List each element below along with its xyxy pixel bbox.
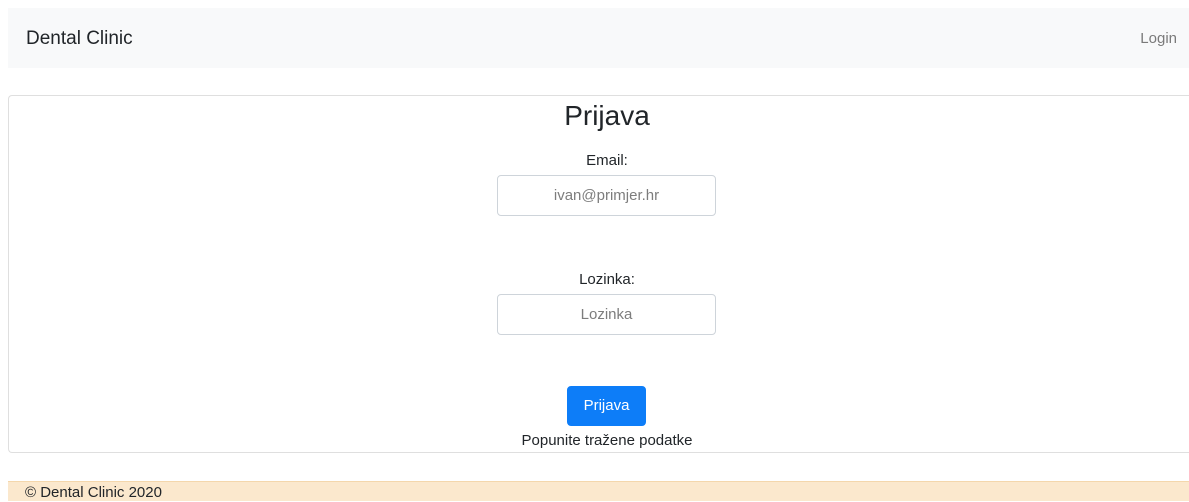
- password-input[interactable]: [497, 294, 716, 335]
- login-submit-button[interactable]: Prijava: [567, 386, 646, 426]
- brand-title[interactable]: Dental Clinic: [26, 27, 133, 51]
- email-label: Email:: [586, 152, 628, 169]
- password-label: Lozinka:: [579, 271, 635, 288]
- form-hint: Popunite tražene podatke: [521, 432, 693, 449]
- email-input[interactable]: [497, 175, 716, 216]
- login-nav-link[interactable]: Login: [1140, 29, 1177, 49]
- footer-copyright: © Dental Clinic 2020: [25, 484, 162, 501]
- login-card: Prijava Email: Lozinka: Prijava Popunite…: [8, 95, 1189, 453]
- login-title: Prijava: [564, 100, 650, 131]
- page-footer: © Dental Clinic 2020: [8, 481, 1189, 501]
- top-navbar: Dental Clinic Login: [8, 8, 1189, 68]
